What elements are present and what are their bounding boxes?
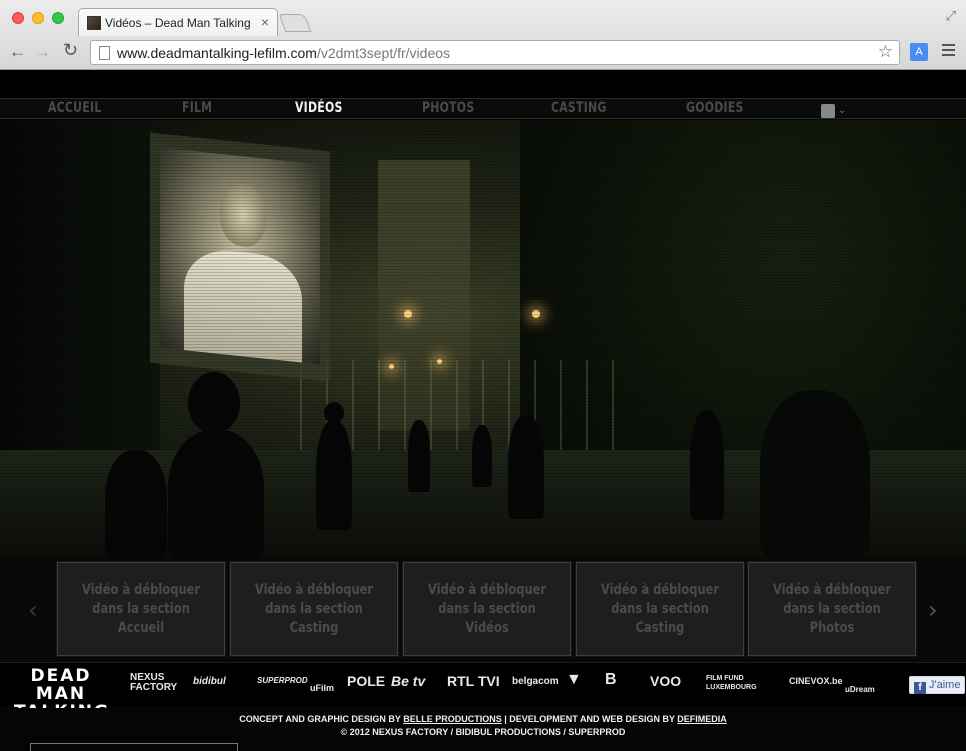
nav-item-videos[interactable]: VIDÉOS [295,100,343,116]
video-thumb-locked[interactable]: Vidéo à débloquer dans la section Photos [747,561,917,657]
video-thumb-label: Vidéo à débloquer dans la section Accuei… [81,581,201,636]
nav-item-photos[interactable]: PHOTOS [422,100,474,116]
bottom-panel [30,743,238,751]
translate-icon[interactable]: A [910,43,928,61]
url-host: www.deadmantalking-lefilm.com [117,45,317,61]
partner-logo[interactable]: POLE [347,673,385,689]
video-thumb-locked[interactable]: Vidéo à débloquer dans la section Castin… [229,561,399,657]
partner-logo[interactable]: belgacom [512,676,559,687]
partner-logo[interactable]: VOO [650,673,681,689]
star-icon[interactable]: ☆ [878,42,893,62]
credit-middle: | DEVELOPMENT AND WEB DESIGN BY [501,714,678,724]
window-close-button[interactable] [12,12,24,24]
reload-icon[interactable]: ↻ [63,40,78,61]
lamp-light [404,310,412,318]
partner-logo[interactable]: uFilm [310,683,334,693]
partner-logo[interactable]: RTL TVI [447,673,500,689]
person-silhouette [316,420,352,530]
person-silhouette [508,415,544,519]
top-bar [0,71,966,98]
person-silhouette [105,450,167,558]
chevron-right-icon[interactable]: › [928,596,938,624]
video-thumb-locked[interactable]: Vidéo à débloquer dans la section Accuei… [56,561,226,657]
cinema-screen [160,147,320,365]
window-minimize-button[interactable] [32,12,44,24]
fullscreen-icon[interactable]: ⤢ [946,8,956,24]
nav-item-film[interactable]: FILM [182,100,212,116]
screen-face [220,181,266,249]
browser-chrome: Vidéos – Dead Man Talking × ⤢ ← → ↻ www.… [0,0,966,70]
person-silhouette [408,420,430,492]
nav-item-accueil[interactable]: ACCUEIL [48,100,101,116]
main-nav: ACCUEIL FILM VIDÉOS PHOTOS CASTING GOODI… [0,98,966,119]
partner-logo[interactable]: Be tv [391,673,425,689]
user-menu[interactable]: ⌄ [821,102,846,120]
chevron-down-icon: ⌄ [838,105,847,117]
defimedia-link[interactable]: DEFIMEDIA [677,714,727,724]
facebook-like-button[interactable]: f J'aime [909,676,965,694]
hero-image [0,120,966,558]
video-carousel: ‹ Vidéo à débloquer dans la section Accu… [0,558,966,662]
video-thumb-locked[interactable]: Vidéo à débloquer dans la section Castin… [575,561,745,657]
back-icon[interactable]: ← [9,42,26,62]
forward-icon[interactable]: → [34,42,51,62]
menu-icon[interactable] [942,44,955,59]
person-silhouette [472,425,492,487]
url-path: /v2dmt3sept/fr/videos [316,45,451,61]
partner-logo[interactable]: NEXUS FACTORY [130,673,180,693]
video-thumb-label: Vidéo à débloquer dans la section Castin… [254,581,374,636]
video-thumb-label: Vidéo à débloquer dans la section Vidéos [427,581,547,636]
chevron-left-icon[interactable]: ‹ [28,596,38,624]
nav-item-casting[interactable]: CASTING [551,100,607,116]
lamp-light [532,310,540,318]
partner-logo[interactable]: FILM FUND LUXEMBOURG [706,674,782,692]
video-thumb-label: Vidéo à débloquer dans la section Photos [772,581,892,636]
favicon-icon [87,16,101,30]
copyright: © 2012 NEXUS FACTORY / BIDIBUL PRODUCTIO… [340,727,626,737]
address-bar[interactable]: www.deadmantalking-lefilm.com/v2dmt3sept… [90,40,900,65]
person-silhouette [324,402,344,424]
partner-logo[interactable]: CINEVOX.be [789,676,843,686]
lamp-light [437,359,442,364]
partner-logo[interactable]: uDream [845,685,875,694]
partner-logo[interactable]: ▼ [566,671,582,689]
screen-body [184,246,302,363]
person-silhouette [690,410,724,520]
partner-logo[interactable]: bidibul [193,676,226,687]
video-thumb-locked[interactable]: Vidéo à débloquer dans la section Vidéos [402,561,572,657]
browser-tab[interactable]: Vidéos – Dead Man Talking × [78,8,278,36]
page-icon [99,46,110,60]
person-silhouette [188,372,240,434]
partner-logos: DEAD MAN TALKING NEXUS FACTORY bidibul S… [0,662,966,721]
fence [300,360,630,450]
tab-title: Vidéos – Dead Man Talking [105,16,251,30]
like-label: J'aime [929,679,961,691]
facebook-icon: f [914,682,926,694]
video-thumb-label: Vidéo à débloquer dans la section Castin… [600,581,720,636]
partner-logo[interactable]: B [605,671,617,689]
partner-logo[interactable]: SUPERPROD [257,676,308,685]
nav-item-goodies[interactable]: GOODIES [686,100,744,116]
credit-line: CONCEPT AND GRAPHIC DESIGN BY BELLE PROD… [0,714,966,724]
new-tab-button[interactable] [278,14,312,32]
user-icon [821,103,835,118]
person-silhouette [760,390,870,558]
url-text[interactable]: www.deadmantalking-lefilm.com/v2dmt3sept… [117,45,450,61]
tab-close-icon[interactable]: × [261,14,269,30]
lamp-light [389,364,394,369]
credit-prefix: CONCEPT AND GRAPHIC DESIGN BY [239,714,404,724]
website: ACCUEIL FILM VIDÉOS PHOTOS CASTING GOODI… [0,71,966,751]
person-silhouette [168,430,264,558]
belle-productions-link[interactable]: BELLE PRODUCTIONS [403,714,502,724]
window-zoom-button[interactable] [52,12,64,24]
